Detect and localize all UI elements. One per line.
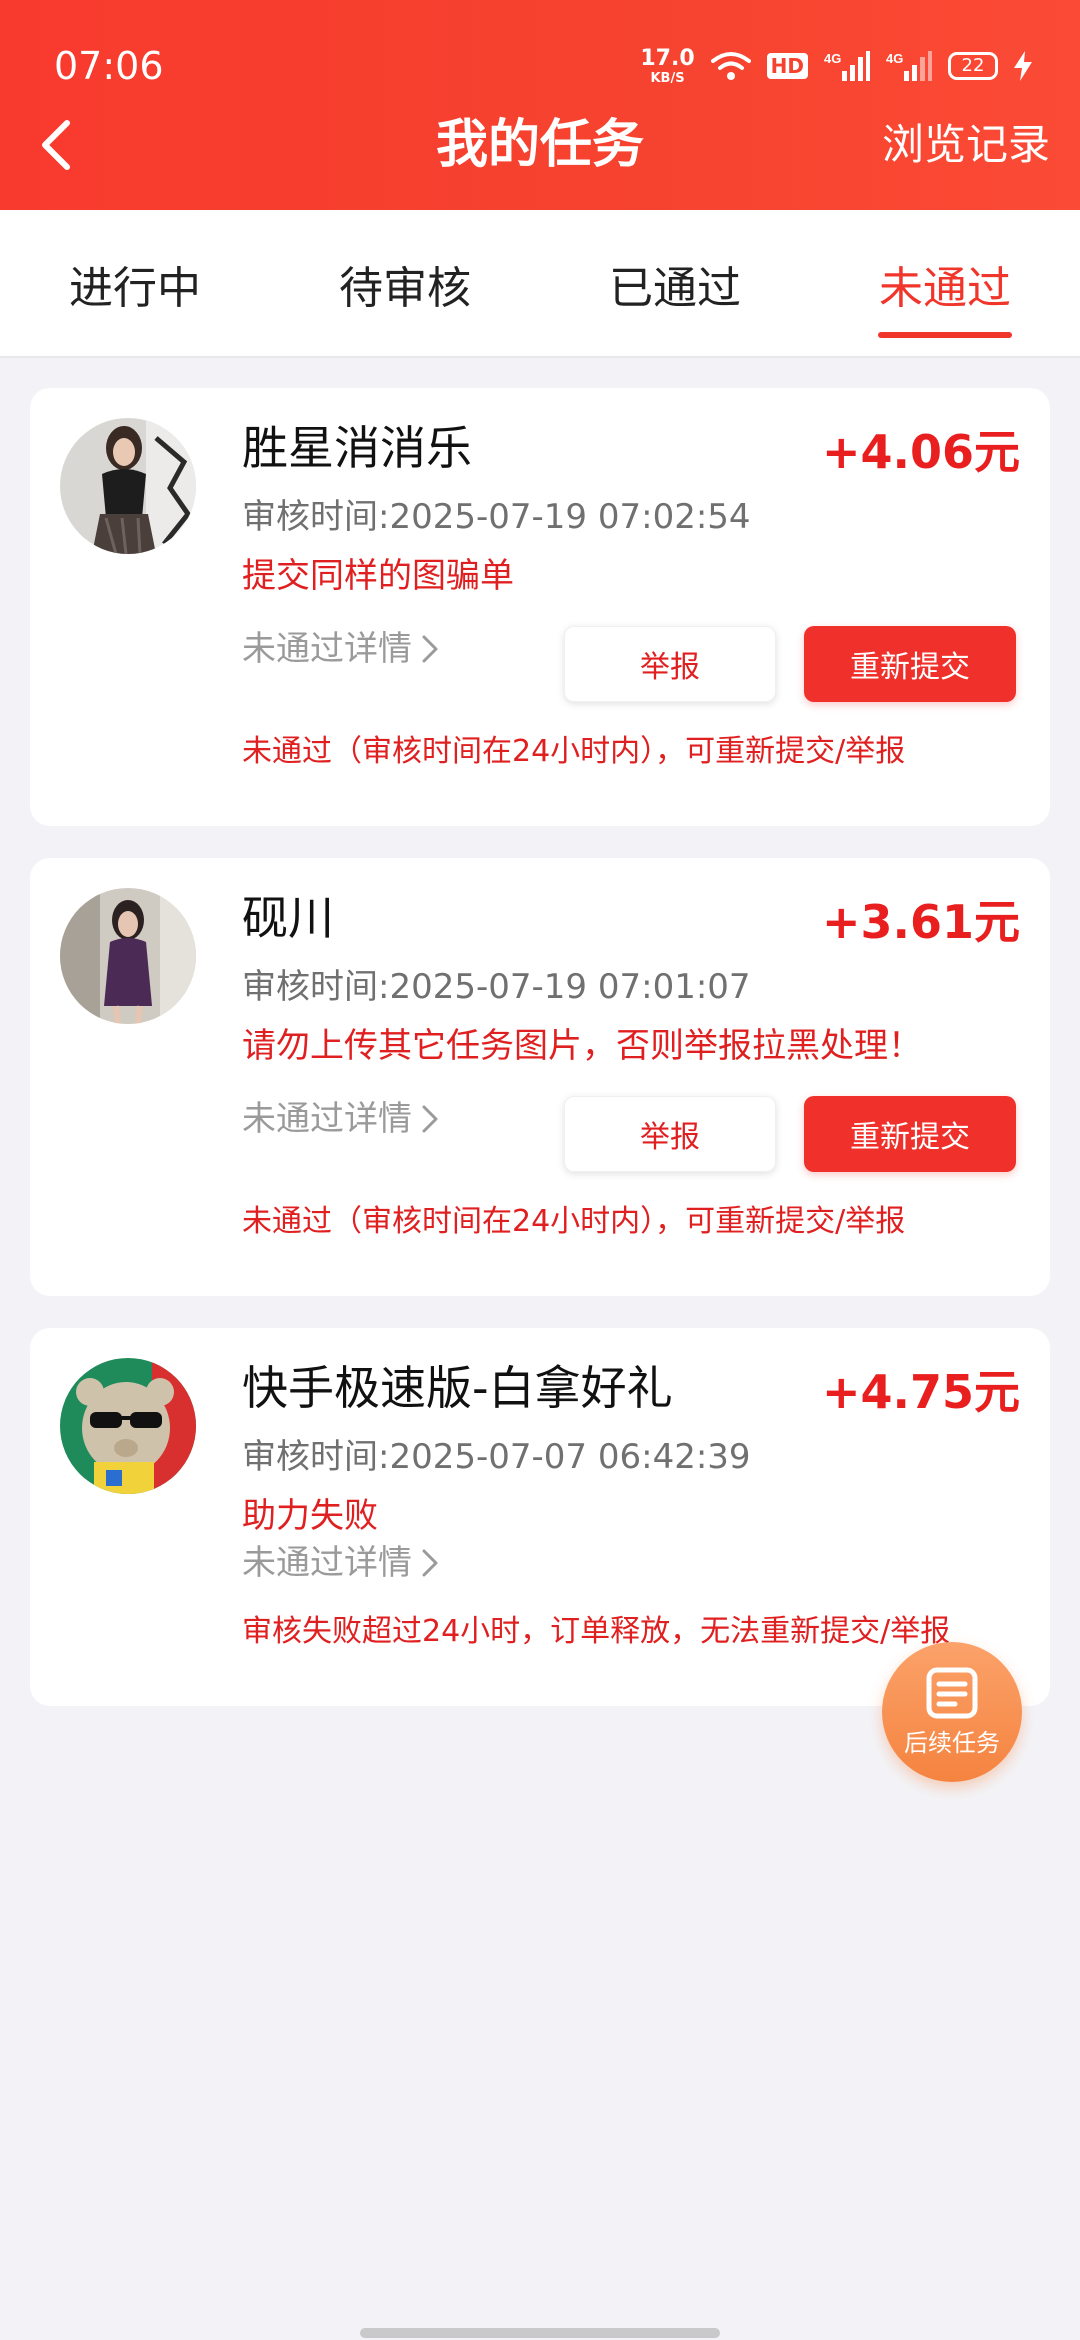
task-card: 砚川 +3.61元 审核时间:2025-07-19 07:01:07 请勿上传其…: [30, 858, 1050, 1296]
task-title: 快手极速版-白拿好礼: [242, 1361, 673, 1415]
status-time: 07:06: [54, 44, 164, 88]
tab-in-progress[interactable]: 进行中: [0, 210, 270, 358]
tab-rejected[interactable]: 未通过: [810, 210, 1080, 358]
status-note: 审核失败超过24小时，订单释放，无法重新提交/举报: [242, 1614, 951, 1649]
report-button[interactable]: 举报: [564, 626, 776, 702]
rejection-reason: 请勿上传其它任务图片，否则举报拉黑处理！: [242, 1026, 922, 1066]
header: 07:06 17.0 KB/S HD 4G 4G 22 我的任务 浏览记录: [0, 0, 1080, 210]
tab-pending-review[interactable]: 待审核: [270, 210, 540, 358]
signal-label: 4G: [824, 51, 841, 66]
report-button[interactable]: 举报: [564, 1096, 776, 1172]
review-time: 审核时间:2025-07-19 07:01:07: [242, 967, 751, 1007]
task-avatar: [60, 1358, 196, 1494]
back-button[interactable]: [26, 110, 86, 180]
document-list-icon: [926, 1667, 978, 1718]
status-icons: 17.0 KB/S HD 4G 4G 22: [640, 44, 1032, 88]
task-title: 胜星消消乐: [242, 421, 472, 475]
status-note: 未通过（审核时间在24小时内），可重新提交/举报: [242, 734, 906, 769]
wifi-icon: [710, 52, 751, 80]
task-title: 砚川: [242, 891, 334, 945]
home-indicator[interactable]: [360, 2328, 720, 2338]
task-reward: +3.61元: [821, 895, 1020, 949]
chevron-right-icon: [422, 1105, 438, 1133]
chevron-right-icon: [422, 635, 438, 663]
fab-label: 后续任务: [904, 1728, 1000, 1757]
rejection-reason: 助力失败: [242, 1496, 378, 1536]
nav-bar: 我的任务 浏览记录: [0, 100, 1080, 210]
task-reward: +4.75元: [821, 1365, 1020, 1419]
rejection-detail-link[interactable]: 未通过详情: [242, 1538, 438, 1588]
resubmit-button[interactable]: 重新提交: [804, 1096, 1016, 1172]
review-time: 审核时间:2025-07-07 06:42:39: [242, 1437, 751, 1477]
task-avatar: [60, 888, 196, 1024]
network-speed-value: 17.0: [640, 45, 695, 71]
task-avatar: [60, 418, 196, 554]
task-reward: +4.06元: [821, 425, 1020, 479]
task-status-tabs: 进行中 待审核 已通过 未通过: [0, 210, 1080, 358]
review-time: 审核时间:2025-07-19 07:02:54: [242, 497, 751, 537]
follow-up-tasks-button[interactable]: 后续任务: [882, 1642, 1022, 1782]
task-card: 快手极速版-白拿好礼 +4.75元 审核时间:2025-07-07 06:42:…: [30, 1328, 1050, 1706]
tab-approved[interactable]: 已通过: [540, 210, 810, 358]
task-list: 胜星消消乐 +4.06元 审核时间:2025-07-19 07:02:54 提交…: [30, 388, 1050, 1738]
tab-label: 已通过: [609, 263, 741, 314]
charging-icon: [1014, 51, 1032, 81]
tab-label: 进行中: [69, 263, 201, 314]
tab-label: 待审核: [339, 263, 471, 314]
battery-level: 22: [961, 55, 985, 76]
hd-badge: HD: [766, 53, 808, 79]
resubmit-button[interactable]: 重新提交: [804, 626, 1016, 702]
rejection-detail-link[interactable]: 未通过详情: [242, 1094, 438, 1144]
network-speed-unit: KB/S: [650, 70, 685, 86]
status-note: 未通过（审核时间在24小时内），可重新提交/举报: [242, 1204, 906, 1239]
network-speed: 17.0 KB/S: [640, 45, 695, 86]
signal-icon-2: 4G: [886, 51, 932, 81]
detail-link-label: 未通过详情: [242, 1543, 412, 1583]
status-bar: 07:06 17.0 KB/S HD 4G 4G 22: [0, 0, 1080, 100]
detail-link-label: 未通过详情: [242, 1099, 412, 1139]
tab-label: 未通过: [879, 263, 1011, 314]
detail-link-label: 未通过详情: [242, 629, 412, 669]
active-tab-indicator: [878, 332, 1012, 338]
signal-icon: 4G: [824, 51, 870, 81]
browse-history-link[interactable]: 浏览记录: [882, 100, 1050, 190]
signal-label-2: 4G: [886, 51, 903, 66]
rejection-detail-link[interactable]: 未通过详情: [242, 624, 438, 674]
battery-icon: 22: [948, 52, 998, 80]
rejection-reason: 提交同样的图骗单: [242, 556, 514, 596]
chevron-right-icon: [422, 1549, 438, 1577]
task-card: 胜星消消乐 +4.06元 审核时间:2025-07-19 07:02:54 提交…: [30, 388, 1050, 826]
chevron-left-icon: [42, 120, 70, 170]
